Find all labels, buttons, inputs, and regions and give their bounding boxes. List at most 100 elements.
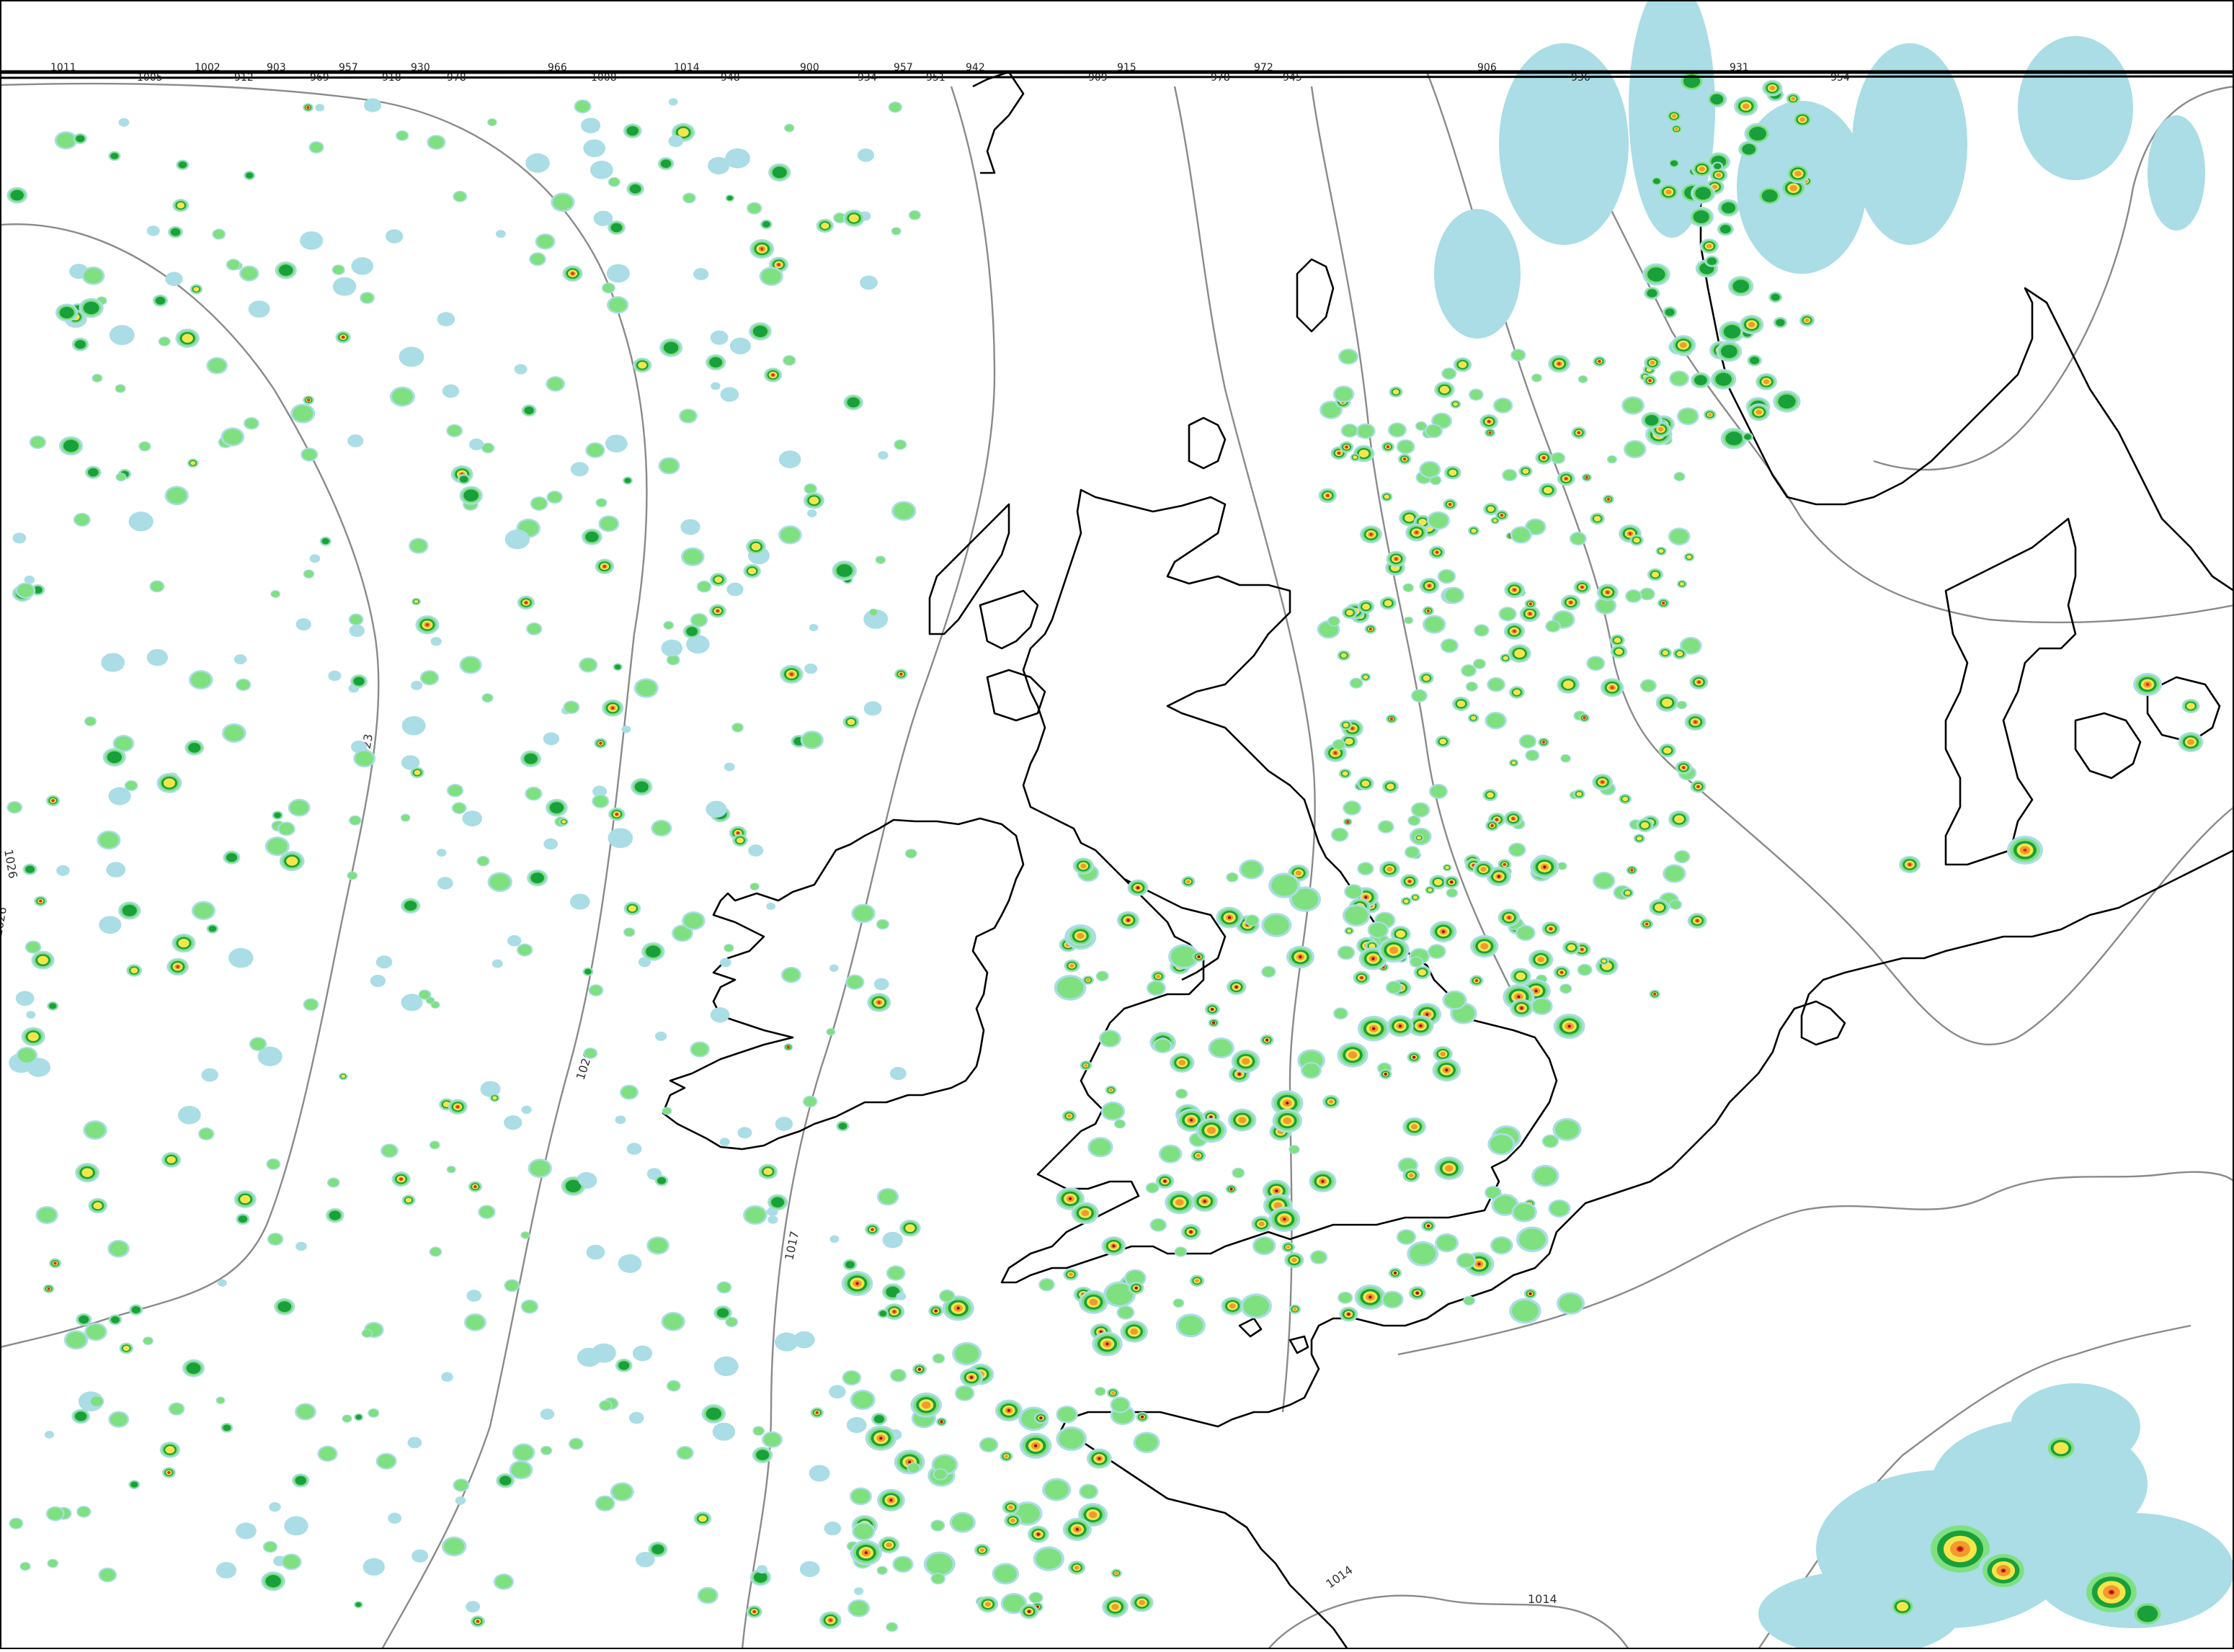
precip-cell (190, 460, 196, 465)
precip-cell (752, 1610, 756, 1614)
precip-cell (1528, 612, 1532, 615)
precip-cell (1528, 1292, 1532, 1295)
precip-cell (1229, 1303, 1236, 1309)
precip-cell (1670, 372, 1688, 385)
precip-cell (1503, 470, 1516, 481)
precip-cell (1141, 1415, 1144, 1419)
top-strip-label: 915 (1117, 62, 1136, 73)
precip-cell (505, 1280, 519, 1291)
precip-cell (1405, 847, 1419, 857)
top-strip-label: 1005 (137, 72, 163, 84)
precip-cell (328, 1178, 339, 1187)
precip-cell (93, 1202, 102, 1210)
precip-cell (680, 409, 696, 422)
precip-cell (1396, 930, 1406, 938)
top-strip-label: 903 (267, 62, 286, 73)
precip-cell (48, 1507, 63, 1520)
precip-cell (956, 1306, 960, 1310)
precip-cell (1372, 1027, 1376, 1030)
precip-cell (691, 1042, 708, 1056)
precip-cell (1176, 1089, 1187, 1098)
precip-cell (873, 978, 889, 991)
precip-cell (1080, 1485, 1097, 1499)
precip-cell (1415, 1291, 1419, 1295)
precip-cell (511, 1462, 531, 1478)
precip-cell (1450, 880, 1454, 884)
top-strip-label: 936 (1571, 72, 1590, 84)
precip-cell (47, 1287, 50, 1290)
precip-cell (1614, 637, 1621, 643)
precip-cell (1665, 865, 1684, 882)
precip-cell (1403, 899, 1409, 903)
top-strip-label: 957 (339, 62, 358, 73)
precip-cell (575, 100, 590, 112)
precip-cell (428, 135, 445, 149)
precip-cell (663, 1313, 683, 1330)
precip-cell (805, 484, 816, 494)
precip-cell (504, 1115, 522, 1130)
precip-cell (1228, 916, 1232, 919)
precip-cell (1522, 468, 1529, 474)
precip-cell (1749, 127, 1767, 141)
precip-cell (1428, 584, 1431, 588)
precip-cell (1653, 992, 1657, 996)
precip-cell (1420, 462, 1439, 477)
precip-cell (624, 478, 631, 483)
precip-cell (1441, 639, 1457, 652)
precip-cell (37, 955, 49, 965)
precip-cell (737, 1127, 752, 1139)
precip-cell (482, 443, 494, 452)
precip-cell (1069, 964, 1074, 968)
top-strip-label: 954 (1830, 72, 1850, 84)
precip-cell (92, 374, 102, 382)
precip-cell (186, 1362, 201, 1374)
precip-cell (271, 591, 280, 597)
precip-cell (1429, 945, 1445, 958)
precip-cell (1339, 1292, 1352, 1303)
precip-cell (108, 787, 131, 805)
precip-cell (1095, 1388, 1105, 1396)
precip-cell (1469, 390, 1482, 400)
precip-cell (553, 194, 573, 210)
precip-cell (304, 570, 313, 578)
precip-cell (1755, 409, 1762, 415)
precip-cell (1384, 1072, 1387, 1076)
precip-cell (726, 195, 733, 201)
precip-cell (1178, 1060, 1186, 1066)
precip-cell (1439, 385, 1450, 394)
precip-cell (1345, 885, 1362, 898)
precip-cell (1086, 978, 1090, 982)
precip-cell (713, 1356, 739, 1377)
precip-cell (362, 1329, 372, 1337)
precip-cell (279, 823, 294, 835)
precip-cell (783, 968, 800, 982)
precip-cell (760, 247, 764, 251)
precip-cell (26, 1011, 36, 1019)
precip-area (2018, 36, 2133, 180)
precip-cell (1008, 1505, 1013, 1509)
precip-cell (1004, 1455, 1009, 1458)
precip-cell (1428, 512, 1448, 528)
precip-cell (1118, 1306, 1134, 1318)
precip-cell (1295, 870, 1302, 876)
precip-cell (934, 1309, 938, 1313)
precip-cell (1369, 923, 1387, 937)
precip-cell (459, 475, 468, 483)
precip-cell (1433, 878, 1443, 886)
precip-cell (1675, 851, 1689, 862)
precip-cell (1456, 700, 1466, 707)
precip-cell (597, 1496, 614, 1510)
precip-cell (894, 1557, 912, 1571)
precip-cell (1345, 738, 1353, 745)
precip-cell (634, 781, 649, 792)
precip-cell (2023, 849, 2027, 852)
precip-cell (712, 1422, 736, 1441)
precip-cell (1534, 1166, 1557, 1185)
precip-cell (1286, 1245, 1291, 1249)
precip-cell (931, 1520, 944, 1531)
precip-cell (216, 1397, 225, 1403)
precip-cell (699, 1588, 717, 1603)
precip-cell (1111, 1398, 1129, 1412)
precip-cell (1695, 187, 1712, 200)
precip-cell (747, 203, 761, 214)
